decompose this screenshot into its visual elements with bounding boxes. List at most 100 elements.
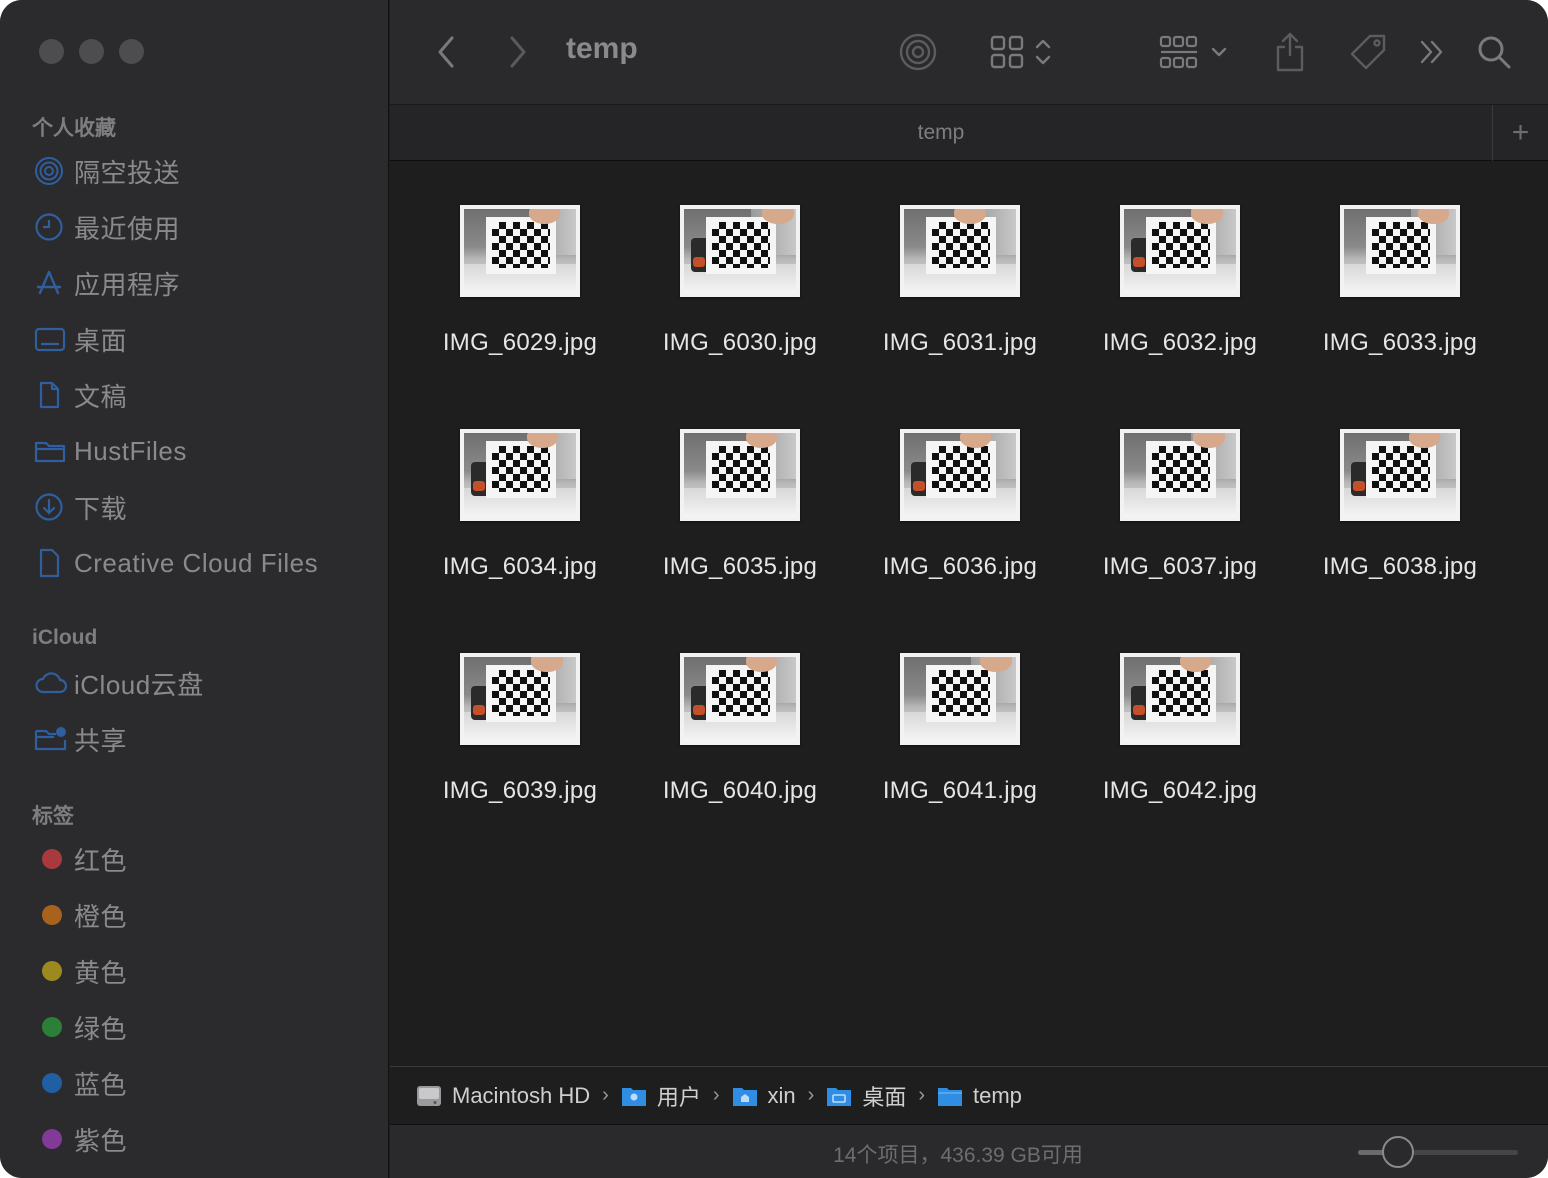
sidebar-tag-blue[interactable]: 蓝色 [28,1058,368,1108]
folder-icon [28,433,74,469]
zoom-button[interactable] [119,39,144,64]
shared-folder-icon [28,721,74,757]
forward-button[interactable] [502,28,534,76]
red-tag-dot [42,849,62,869]
sidebar-item-airdrop[interactable]: 隔空投送 [28,146,368,196]
close-button[interactable] [39,39,64,64]
path-label: temp [973,1082,1022,1108]
file-name: IMG_6041.jpg [882,777,1038,804]
path-item-users[interactable]: 用户 [621,1080,701,1112]
file-name: IMG_6029.jpg [442,329,598,356]
search-button[interactable] [1474,28,1514,76]
file-thumbnail [1120,653,1240,745]
sidebar-tag-yellow[interactable]: 黄色 [28,946,368,996]
file-name: IMG_6030.jpg [662,329,818,356]
view-mode-button[interactable] [982,28,1062,76]
tab-bar: temp + [390,104,1548,161]
file-thumbnail [1120,205,1240,297]
more-icon [1420,40,1443,64]
back-icon [438,36,454,68]
home-folder-icon [732,1085,758,1107]
file-item[interactable]: IMG_6033.jpg [1290,161,1510,361]
file-item[interactable]: IMG_6029.jpg [410,161,630,361]
sidebar-item-shared[interactable]: 共享 [28,714,368,764]
file-item[interactable]: IMG_6037.jpg [1070,385,1290,585]
path-item-macintosh-hd[interactable]: Macintosh HD [416,1083,590,1109]
file-item[interactable]: IMG_6032.jpg [1070,161,1290,361]
sidebar-tag-purple[interactable]: 紫色 [28,1114,368,1164]
sidebar-item-label: 文稿 [74,381,128,412]
file-item[interactable]: IMG_6034.jpg [410,385,630,585]
chevron-down-icon [1211,47,1227,57]
search-icon [1478,36,1511,69]
sidebar-item-label: 隔空投送 [74,157,181,188]
airdrop-icon [28,153,74,189]
share-icon [1276,32,1304,72]
file-thumbnail [900,205,1020,297]
sidebar-tag-orange[interactable]: 橙色 [28,890,368,940]
file-item[interactable]: IMG_6030.jpg [630,161,850,361]
file-name: IMG_6031.jpg [882,329,1038,356]
file-thumbnail [460,653,580,745]
sidebar-item-creative-cloud[interactable]: Creative Cloud Files [28,538,368,588]
file-thumbnail [1340,429,1460,521]
file-name: IMG_6036.jpg [882,553,1038,580]
file-name: IMG_6038.jpg [1322,553,1478,580]
tag-button[interactable] [1346,28,1390,76]
window-controls [39,39,144,64]
file-name: IMG_6033.jpg [1322,329,1478,356]
tab-temp[interactable]: temp [390,121,1492,145]
download-icon [28,489,74,525]
chevron-right-icon: › [712,1084,720,1106]
sidebar-item-icloud-drive[interactable]: iCloud云盘 [28,658,368,708]
file-item[interactable]: IMG_6039.jpg [410,609,630,809]
path-item-temp[interactable]: temp [937,1083,1022,1109]
file-name: IMG_6032.jpg [1102,329,1258,356]
path-item-desktop[interactable]: 桌面 [826,1080,906,1112]
sidebar-item-desktop[interactable]: 桌面 [28,314,368,364]
path-item-xin[interactable]: xin [732,1083,796,1109]
share-button[interactable] [1270,28,1310,76]
back-button[interactable] [430,28,462,76]
sidebar-item-label: 黄色 [74,957,128,988]
file-item[interactable]: IMG_6035.jpg [630,385,850,585]
sidebar: 个人收藏 隔空投送 最近使用 应用程序 桌面 文稿 HustFiles 下载 C… [0,0,389,1178]
file-item[interactable]: IMG_6031.jpg [850,161,1070,361]
file-item[interactable]: IMG_6036.jpg [850,385,1070,585]
airdrop-button[interactable] [896,28,940,76]
sidebar-item-hustfiles[interactable]: HustFiles [28,426,368,476]
tags-section-title: 标签 [32,805,74,828]
chevron-right-icon: › [918,1084,925,1106]
finder-window: 个人收藏 隔空投送 最近使用 应用程序 桌面 文稿 HustFiles 下载 C… [0,0,1548,1178]
file-item[interactable]: IMG_6038.jpg [1290,385,1510,585]
new-tab-button[interactable]: + [1492,105,1548,161]
file-item[interactable]: IMG_6041.jpg [850,609,1070,809]
path-label: 桌面 [862,1084,907,1110]
minimize-button[interactable] [79,39,104,64]
sidebar-item-label: 橙色 [74,901,128,932]
file-name: IMG_6037.jpg [1102,553,1258,580]
more-button[interactable] [1414,28,1450,76]
chevron-right-icon: › [602,1084,609,1106]
file-name: IMG_6042.jpg [1102,777,1258,804]
yellow-tag-dot [42,961,62,981]
tag-icon [1350,34,1386,70]
sidebar-item-label: 应用程序 [74,269,181,300]
group-by-button[interactable] [1156,28,1232,76]
file-name: IMG_6039.jpg [442,777,598,804]
file-item[interactable]: IMG_6042.jpg [1070,609,1290,809]
slider-knob[interactable] [1382,1136,1414,1168]
sidebar-item-applications[interactable]: 应用程序 [28,258,368,308]
sidebar-item-documents[interactable]: 文稿 [28,370,368,420]
sidebar-tag-red[interactable]: 红色 [28,834,368,884]
desktop-icon [28,321,74,357]
file-thumbnail [900,653,1020,745]
sidebar-item-label: 下载 [74,493,128,524]
file-item[interactable]: IMG_6040.jpg [630,609,850,809]
file-thumbnail [1120,429,1240,521]
sidebar-item-downloads[interactable]: 下载 [28,482,368,532]
sidebar-tag-green[interactable]: 绿色 [28,1002,368,1052]
sidebar-item-recents[interactable]: 最近使用 [28,202,368,252]
file-thumbnail [680,653,800,745]
file-thumbnail [900,429,1020,521]
